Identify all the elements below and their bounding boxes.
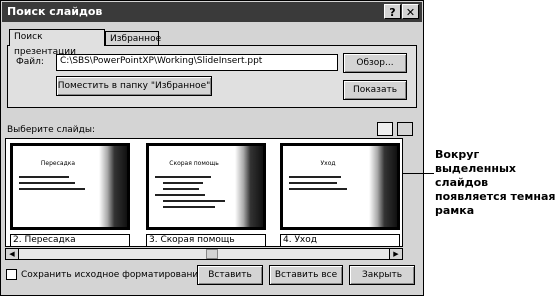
- scroll-right-icon[interactable]: ▶: [389, 249, 402, 259]
- slide-thumbnail[interactable]: Скорая помощь: [146, 143, 266, 230]
- title-bar: Поиск слайдов ? ✕: [2, 2, 422, 22]
- browse-button[interactable]: Обзор...: [343, 53, 407, 73]
- tab-label: Избранное: [110, 34, 162, 44]
- slide-title: Пересадка: [40, 160, 76, 167]
- file-path-field[interactable]: C:\SBS\PowerPointXP\Working\SlideInsert.…: [56, 54, 338, 71]
- scroll-thumb[interactable]: [206, 249, 218, 259]
- slide-decoration: [99, 146, 127, 227]
- tab-find-presentation[interactable]: Поиск презентации: [9, 29, 105, 57]
- slide-decoration: [369, 146, 397, 227]
- tab-label: Поиск презентации: [14, 32, 76, 57]
- slide-bullets: [155, 172, 235, 212]
- slide-caption[interactable]: 2. Пересадка: [10, 234, 130, 247]
- keep-format-label: Сохранить исходное форматирование: [21, 270, 204, 280]
- insert-all-button[interactable]: Вставить все: [269, 265, 343, 285]
- view-list-icon[interactable]: [397, 122, 413, 136]
- slide-thumbnail[interactable]: Уход: [280, 143, 400, 230]
- insert-button[interactable]: Вставить: [197, 265, 263, 285]
- close-button[interactable]: Закрыть: [349, 265, 415, 285]
- slide-decoration: [235, 146, 263, 227]
- scroll-left-icon[interactable]: ◀: [6, 249, 19, 259]
- keep-format-checkbox[interactable]: [6, 269, 17, 280]
- dialog-window: Поиск слайдов ? ✕ Поиск презентации Избр…: [0, 0, 424, 296]
- callout-text: Вокруг выделенных слайдов появляется тем…: [435, 148, 556, 217]
- add-to-favorites-button[interactable]: Поместить в папку "Избранное": [56, 76, 212, 96]
- help-icon[interactable]: ?: [384, 4, 401, 19]
- show-button[interactable]: Показать: [343, 80, 407, 100]
- slide-caption[interactable]: 3. Скорая помощь: [146, 234, 266, 247]
- slide-thumbnail[interactable]: Пересадка: [10, 143, 130, 230]
- slide-bullets: [289, 172, 369, 194]
- window-title: Поиск слайдов: [7, 5, 103, 18]
- select-slides-label: Выберите слайды:: [7, 125, 95, 135]
- slide-bullets: [19, 172, 99, 194]
- horizontal-scrollbar[interactable]: ◀ ▶: [5, 248, 403, 260]
- slide-title: Скорая помощь: [169, 160, 219, 167]
- slide-caption[interactable]: 4. Уход: [280, 234, 400, 247]
- slide-title: Уход: [320, 160, 336, 167]
- callout-pointer: [402, 173, 434, 174]
- view-thumbnails-icon[interactable]: [377, 122, 393, 136]
- close-icon[interactable]: ✕: [402, 4, 419, 19]
- slides-gallery: Пересадка 2. Пересадка Скорая помощь 3. …: [5, 138, 403, 247]
